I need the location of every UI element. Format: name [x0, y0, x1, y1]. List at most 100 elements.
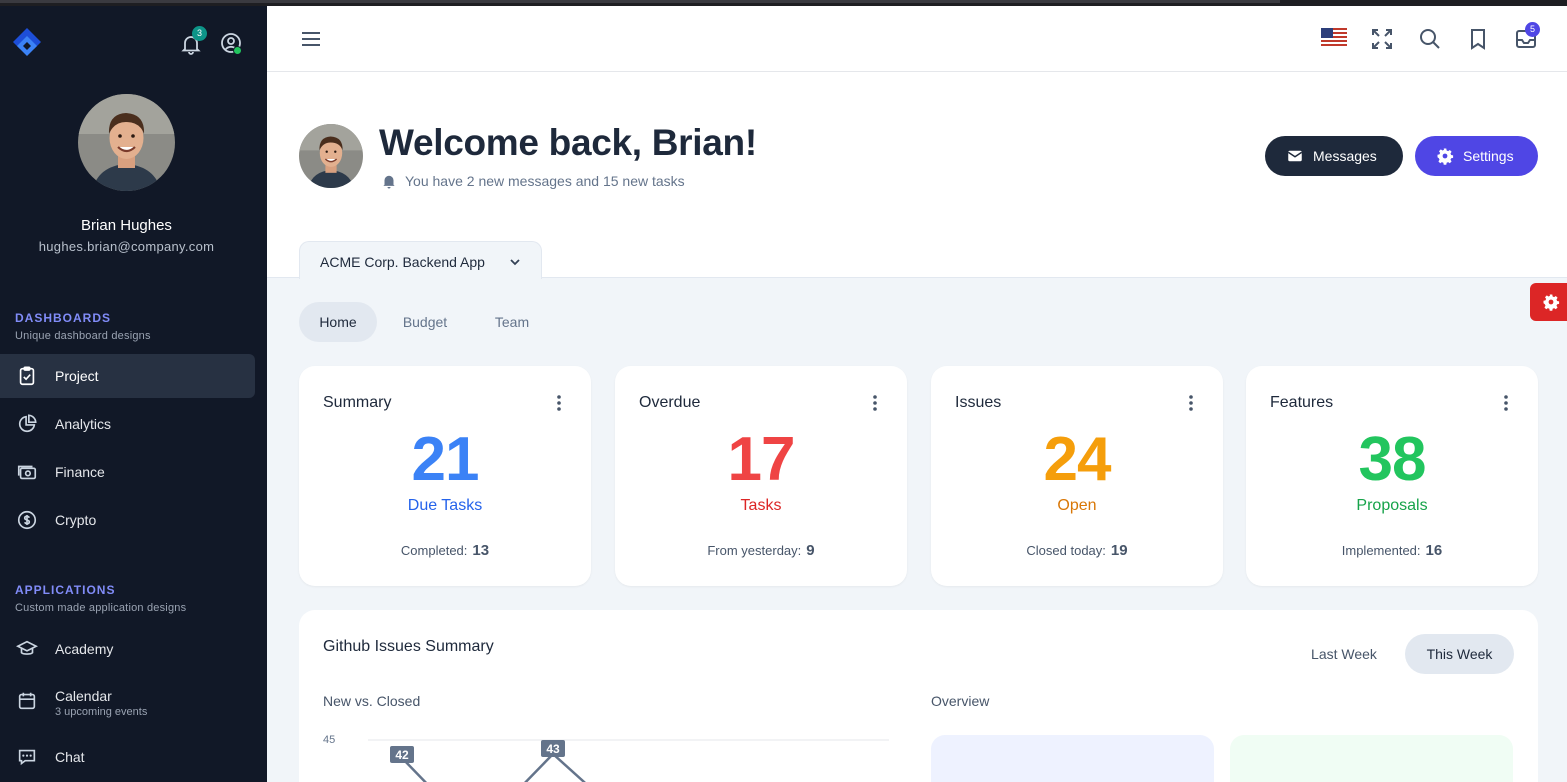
- page-title: Welcome back, Brian!: [379, 122, 757, 163]
- tab-budget[interactable]: Budget: [386, 302, 464, 342]
- sidebar-item-label: Project: [55, 368, 99, 384]
- us-flag-icon[interactable]: [1321, 28, 1347, 48]
- features-card: Features 38 Proposals Implemented: 16: [1246, 366, 1538, 586]
- user-email: hughes.brian@company.com: [38, 239, 215, 254]
- settings-button-label: Settings: [1463, 148, 1514, 164]
- app-logo-icon[interactable]: [10, 26, 44, 60]
- sidebar-item-label: Academy: [55, 641, 114, 657]
- bookmark-icon[interactable]: [1465, 26, 1491, 52]
- more-vertical-icon[interactable]: [1498, 393, 1514, 413]
- card-value: 17: [727, 425, 796, 494]
- clipboard-check-icon: [19, 366, 35, 386]
- card-title: Features: [1270, 394, 1334, 411]
- card-footer: Closed today: 19: [931, 542, 1223, 559]
- inbox-count-badge: 5: [1525, 22, 1540, 37]
- tab-team[interactable]: Team: [473, 302, 551, 342]
- bell-icon: [383, 175, 395, 189]
- card-title: Issues: [955, 394, 1002, 411]
- sidebar-item-academy[interactable]: Academy: [0, 627, 255, 671]
- card-footer-value: 13: [472, 542, 490, 559]
- card-footer-label: From yesterday:: [707, 543, 802, 558]
- card-label: Due Tasks: [407, 497, 483, 514]
- panel-title: Github Issues Summary: [323, 638, 494, 655]
- card-label: Proposals: [1356, 497, 1428, 514]
- nav-group-title-applications: APPLICATIONS: [15, 583, 116, 597]
- more-vertical-icon[interactable]: [1183, 393, 1199, 413]
- card-value: 21: [411, 425, 480, 494]
- messages-button-label: Messages: [1313, 148, 1377, 164]
- card-value: 24: [1043, 425, 1112, 494]
- welcome-subtitle: You have 2 new messages and 15 new tasks: [405, 173, 685, 189]
- card-label: Tasks: [740, 497, 782, 514]
- nav-group-subtitle-applications: Custom made application designs: [15, 602, 187, 614]
- card-title: Summary: [323, 394, 392, 411]
- cog-icon: [1543, 294, 1560, 311]
- sidebar-item-crypto[interactable]: Crypto: [0, 498, 255, 542]
- sidebar-item-finance[interactable]: Finance: [0, 450, 255, 494]
- overview-label: Overview: [931, 693, 990, 709]
- card-footer-label: Implemented:: [1341, 543, 1421, 558]
- overdue-card: Overdue 17 Tasks From yesterday: 9: [615, 366, 907, 586]
- issues-card: Issues 24 Open Closed today: 19: [931, 366, 1223, 586]
- github-issues-panel: Github Issues Summary Last Week This Wee…: [299, 610, 1538, 782]
- range-this-week[interactable]: This Week: [1405, 634, 1514, 674]
- card-footer: From yesterday: 9: [615, 542, 907, 559]
- pie-chart-icon: [18, 414, 37, 433]
- sidebar-item-project[interactable]: Project: [0, 354, 255, 398]
- card-value: 38: [1358, 425, 1427, 494]
- data-label: 43: [546, 742, 560, 756]
- online-status-dot: [233, 46, 242, 55]
- card-footer: Implemented: 16: [1246, 542, 1538, 559]
- y-tick-label: 45: [323, 734, 335, 746]
- search-icon[interactable]: [1417, 26, 1443, 52]
- menu-icon[interactable]: [298, 26, 324, 52]
- card-footer-label: Completed:: [400, 543, 468, 558]
- fullscreen-icon[interactable]: [1369, 26, 1395, 52]
- chevron-down-icon: [510, 259, 520, 266]
- data-label: 42: [395, 748, 409, 762]
- new-vs-closed-chart: 45 42 43: [323, 734, 889, 782]
- sidebar: 3 Brian Hughes hughes.brian@company.com …: [0, 6, 267, 782]
- sidebar-item-calendar[interactable]: Calendar 3 upcoming events: [0, 676, 255, 726]
- chart-label: New vs. Closed: [323, 693, 421, 709]
- card-footer-value: 16: [1425, 542, 1443, 559]
- sidebar-item-label: Calendar: [55, 688, 112, 704]
- chat-icon: [18, 749, 36, 766]
- overview-new-issues-box: [931, 735, 1214, 782]
- sidebar-item-label: Chat: [55, 749, 85, 765]
- nav-group-title-dashboards: DASHBOARDS: [15, 311, 112, 325]
- card-footer-value: 19: [1110, 542, 1128, 559]
- sidebar-item-sublabel: 3 upcoming events: [55, 706, 148, 718]
- card-footer: Completed: 13: [299, 542, 591, 559]
- series-line-segment: [524, 752, 586, 782]
- sidebar-item-label: Finance: [55, 464, 105, 480]
- overview-closed-box: [1230, 735, 1513, 782]
- currency-dollar-icon: [17, 510, 37, 530]
- theme-settings-toggle[interactable]: [1530, 283, 1567, 321]
- sidebar-item-label: Analytics: [55, 416, 112, 432]
- academic-cap-icon: [16, 640, 38, 655]
- range-last-week[interactable]: Last Week: [1294, 634, 1394, 674]
- cog-icon: [1437, 148, 1454, 165]
- notification-count-badge: 3: [192, 26, 207, 41]
- summary-card: Summary 21 Due Tasks Completed: 13: [299, 366, 591, 586]
- cash-icon: [17, 465, 37, 480]
- sidebar-item-analytics[interactable]: Analytics: [0, 402, 255, 446]
- more-vertical-icon[interactable]: [551, 393, 567, 413]
- scroll-thumb[interactable]: [0, 0, 1280, 3]
- project-selector[interactable]: ACME Corp. Backend App: [299, 241, 542, 279]
- user-name: Brian Hughes: [81, 217, 172, 234]
- user-avatar-small: [299, 124, 363, 188]
- tab-home[interactable]: Home: [299, 302, 377, 342]
- user-avatar[interactable]: [78, 94, 175, 191]
- sidebar-item-chat[interactable]: Chat: [0, 735, 255, 779]
- nav-group-subtitle-dashboards: Unique dashboard designs: [15, 330, 151, 342]
- card-footer-label: Closed today:: [1026, 543, 1106, 558]
- more-vertical-icon[interactable]: [867, 393, 883, 413]
- messages-button[interactable]: Messages: [1265, 136, 1403, 176]
- top-bar: 5: [267, 6, 1567, 72]
- calendar-icon: [18, 692, 36, 710]
- settings-button[interactable]: Settings: [1415, 136, 1538, 176]
- card-title: Overdue: [639, 394, 701, 411]
- project-selector-label: ACME Corp. Backend App: [320, 254, 485, 270]
